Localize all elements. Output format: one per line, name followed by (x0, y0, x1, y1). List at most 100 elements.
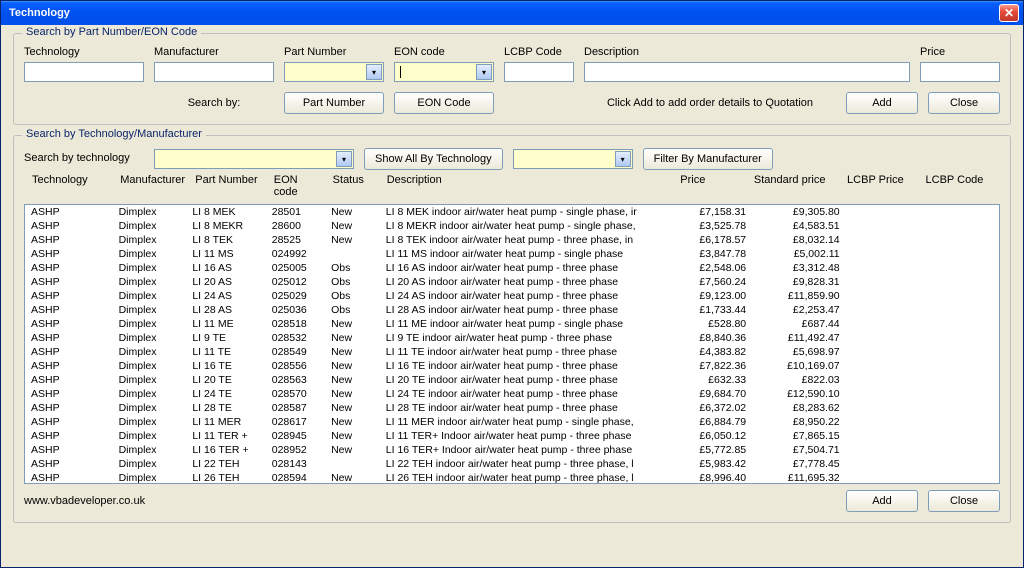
table-row[interactable]: ASHPDimplexLI 22 TEH028143LI 22 TEH indo… (25, 457, 999, 471)
cell: LI 11 ME (186, 317, 265, 331)
manufacturer-combo[interactable]: ▾ (513, 149, 633, 169)
cell (846, 345, 923, 359)
table-row[interactable]: ASHPDimplexLI 26 TEH028594NewLI 26 TEH i… (25, 471, 999, 484)
table-row[interactable]: ASHPDimplexLI 11 ME028518NewLI 11 ME ind… (25, 317, 999, 331)
cell: LI 8 MEKR (186, 219, 265, 233)
table-headers: Technology Manufacturer Part Number EON … (24, 170, 1000, 200)
filter-button[interactable]: Filter By Manufacturer (643, 148, 773, 170)
close-button[interactable]: Close (928, 92, 1000, 114)
cell (846, 289, 923, 303)
cell: ASHP (25, 275, 113, 289)
cell (325, 247, 380, 261)
table-row[interactable]: ASHPDimplexLI 20 TE028563NewLI 20 TE ind… (25, 373, 999, 387)
cell: 028952 (266, 443, 325, 457)
cell (922, 387, 999, 401)
cell: £9,684.70 (678, 387, 752, 401)
table-row[interactable]: ASHPDimplexLI 16 AS025005ObsLI 16 AS ind… (25, 261, 999, 275)
cell: £7,822.36 (678, 359, 752, 373)
cell: £7,560.24 (678, 275, 752, 289)
table-row[interactable]: ASHPDimplexLI 11 TE028549NewLI 11 TE ind… (25, 345, 999, 359)
col-technology: Technology (26, 174, 114, 198)
technology-input[interactable] (24, 62, 144, 82)
cell (846, 429, 923, 443)
add-button[interactable]: Add (846, 92, 918, 114)
table-row[interactable]: ASHPDimplexLI 20 AS025012ObsLI 20 AS ind… (25, 275, 999, 289)
table-row[interactable]: ASHPDimplexLI 8 MEK28501NewLI 8 MEK indo… (25, 205, 999, 219)
col-standardprice: Standard price (748, 174, 841, 198)
table-row[interactable]: ASHPDimplexLI 16 TE028556NewLI 16 TE ind… (25, 359, 999, 373)
cell: LI 16 TE (186, 359, 265, 373)
cell: New (325, 359, 380, 373)
cell: £7,158.31 (678, 205, 752, 219)
cell: £5,772.85 (678, 443, 752, 457)
cell: £11,492.47 (752, 331, 846, 345)
cell: ASHP (25, 219, 113, 233)
cell (846, 317, 923, 331)
col-lcbpprice: LCBP Price (841, 174, 919, 198)
cell: New (325, 415, 380, 429)
description-input[interactable] (584, 62, 910, 82)
cell (846, 331, 923, 345)
titlebar: Technology ✕ (1, 1, 1023, 25)
cell: 28525 (266, 233, 325, 247)
table-row[interactable]: ASHPDimplexLI 11 MER028617NewLI 11 MER i… (25, 415, 999, 429)
search-eoncode-button[interactable]: EON Code (394, 92, 494, 114)
table-row[interactable]: ASHPDimplexLI 11 TER +028945NewLI 11 TER… (25, 429, 999, 443)
manufacturer-input[interactable] (154, 62, 274, 82)
footer-add-button[interactable]: Add (846, 490, 918, 512)
cell (846, 247, 923, 261)
table-row[interactable]: ASHPDimplexLI 28 TE028587NewLI 28 TE ind… (25, 401, 999, 415)
cell: LI 8 MEKR indoor air/water heat pump - s… (380, 219, 678, 233)
cell: ASHP (25, 457, 113, 471)
footer-close-button[interactable]: Close (928, 490, 1000, 512)
cell: LI 24 TE indoor air/water heat pump - th… (380, 387, 678, 401)
cell (846, 275, 923, 289)
table-row[interactable]: ASHPDimplexLI 24 AS025029ObsLI 24 AS ind… (25, 289, 999, 303)
cell: New (325, 471, 380, 484)
cell: ASHP (25, 471, 113, 484)
cell (922, 401, 999, 415)
cell: 028587 (266, 401, 325, 415)
footer-url: www.vbadeveloper.co.uk (24, 495, 846, 507)
cell: Dimplex (113, 275, 187, 289)
cell (846, 233, 923, 247)
partnumber-combo[interactable]: ▾ (284, 62, 384, 82)
table-row[interactable]: ASHPDimplexLI 8 MEKR28600NewLI 8 MEKR in… (25, 219, 999, 233)
cell: Dimplex (113, 205, 187, 219)
table-row[interactable]: ASHPDimplexLI 9 TE028532NewLI 9 TE indoo… (25, 331, 999, 345)
cell: LI 28 AS indoor air/water heat pump - th… (380, 303, 678, 317)
lcbpcode-input[interactable] (504, 62, 574, 82)
table-row[interactable]: ASHPDimplexLI 11 MS024992LI 11 MS indoor… (25, 247, 999, 261)
cell: ASHP (25, 345, 113, 359)
table-row[interactable]: ASHPDimplexLI 16 TER +028952NewLI 16 TER… (25, 443, 999, 457)
cell: ASHP (25, 359, 113, 373)
table-row[interactable]: ASHPDimplexLI 8 TEK28525NewLI 8 TEK indo… (25, 233, 999, 247)
showall-button[interactable]: Show All By Technology (364, 148, 503, 170)
cell: LI 11 TE (186, 345, 265, 359)
cell: LI 11 ME indoor air/water heat pump - si… (380, 317, 678, 331)
cell: £9,828.31 (752, 275, 846, 289)
cell: Obs (325, 261, 380, 275)
search-partnumber-group: Search by Part Number/EON Code Technolog… (13, 33, 1011, 125)
cell: £4,383.82 (678, 345, 752, 359)
cell: £8,032.14 (752, 233, 846, 247)
cell: New (325, 331, 380, 345)
cell: £687.44 (752, 317, 846, 331)
cell: LI 22 TEH indoor air/water heat pump - t… (380, 457, 678, 471)
results-list[interactable]: ASHPDimplexLI 8 MEK28501NewLI 8 MEK indo… (24, 204, 1000, 484)
cell: LI 22 TEH (186, 457, 265, 471)
close-icon[interactable]: ✕ (999, 4, 1019, 22)
cell (922, 317, 999, 331)
table-row[interactable]: ASHPDimplexLI 24 TE028570NewLI 24 TE ind… (25, 387, 999, 401)
cell: LI 24 AS (186, 289, 265, 303)
technology-combo[interactable]: ▾ (154, 149, 354, 169)
cell: 025029 (266, 289, 325, 303)
price-input[interactable] (920, 62, 1000, 82)
table-row[interactable]: ASHPDimplexLI 28 AS025036ObsLI 28 AS ind… (25, 303, 999, 317)
cell: Dimplex (113, 317, 187, 331)
cell: £6,884.79 (678, 415, 752, 429)
search-partnumber-button[interactable]: Part Number (284, 92, 384, 114)
cell: £4,583.51 (752, 219, 846, 233)
eoncode-combo[interactable]: ▾ (394, 62, 494, 82)
technology-label: Technology (24, 46, 144, 58)
